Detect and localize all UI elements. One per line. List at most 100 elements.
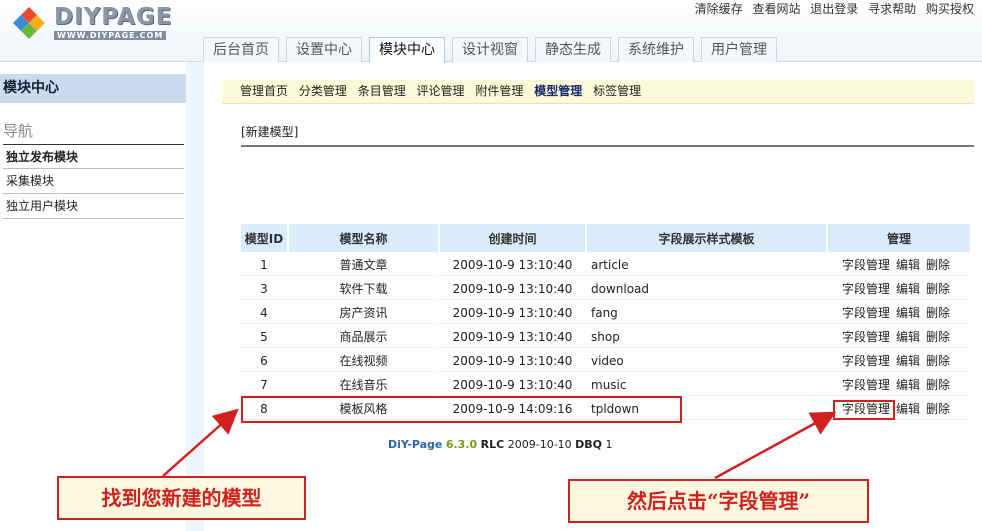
delete-button[interactable]: 删除 — [926, 258, 950, 272]
col-header-created: 创建时间 — [440, 224, 585, 252]
cell-template: shop — [587, 326, 826, 348]
sidebar-divider — [186, 62, 204, 531]
highlight-new-model-row — [241, 396, 682, 423]
cell-name: 软件下载 — [289, 278, 438, 300]
cell-name: 商品展示 — [289, 326, 438, 348]
top-link-help[interactable]: 寻求帮助 — [868, 2, 916, 16]
edit-button[interactable]: 编辑 — [896, 258, 920, 272]
field-manage-button[interactable]: 字段管理 — [842, 378, 890, 392]
edit-button[interactable]: 编辑 — [896, 330, 920, 344]
delete-button[interactable]: 删除 — [926, 402, 950, 416]
field-manage-button[interactable]: 字段管理 — [842, 282, 890, 296]
edit-button[interactable]: 编辑 — [896, 378, 920, 392]
sidebar-item-collect[interactable]: 采集模块 — [3, 169, 184, 194]
cell-template: download — [587, 278, 826, 300]
top-link-clear-cache[interactable]: 清除缓存 — [695, 2, 743, 16]
subnav-models[interactable]: 模型管理 — [534, 84, 582, 98]
cell-id: 6 — [241, 350, 287, 372]
top-link-logout[interactable]: 退出登录 — [810, 2, 858, 16]
delete-button[interactable]: 删除 — [926, 330, 950, 344]
cell-created: 2009-10-9 13:10:40 — [440, 278, 585, 300]
col-header-manage: 管理 — [828, 224, 970, 252]
cell-template: article — [587, 254, 826, 276]
cell-actions: 字段管理 编辑 删除 — [828, 302, 970, 324]
edit-button[interactable]: 编辑 — [896, 354, 920, 368]
logo[interactable]: DIYPAGE WWW.DIYPAGE.COM — [12, 4, 187, 40]
footer-date: 2009-10-10 — [507, 438, 572, 451]
subnav-home[interactable]: 管理首页 — [240, 84, 288, 98]
cell-name: 在线视频 — [289, 350, 438, 372]
col-header-template: 字段展示样式模板 — [587, 224, 826, 252]
sidebar: 模块中心 导航 独立发布模块 采集模块 独立用户模块 — [0, 62, 190, 531]
tab-settings[interactable]: 设置中心 — [286, 37, 362, 62]
cell-name: 普通文章 — [289, 254, 438, 276]
tab-admin-home[interactable]: 后台首页 — [203, 37, 279, 62]
subnav-category[interactable]: 分类管理 — [299, 84, 347, 98]
model-table: 模型ID 模型名称 创建时间 字段展示样式模板 管理 1 普通文章 2009-10-… — [239, 222, 972, 422]
edit-button[interactable]: 编辑 — [896, 282, 920, 296]
logo-text: DIYPAGE — [54, 4, 173, 30]
cell-actions: 字段管理 编辑 删除 — [828, 254, 970, 276]
col-header-name: 模型名称 — [289, 224, 438, 252]
subnav-comments[interactable]: 评论管理 — [417, 84, 465, 98]
footer-product: DiY-Page — [388, 438, 443, 451]
top-link-view-site[interactable]: 查看网站 — [752, 2, 800, 16]
footer-rlc-label: RLC — [480, 438, 505, 451]
cell-name: 房产资讯 — [289, 302, 438, 324]
cell-created: 2009-10-9 13:10:40 — [440, 326, 585, 348]
logo-subtext: WWW.DIYPAGE.COM — [54, 31, 167, 40]
edit-button[interactable]: 编辑 — [896, 402, 920, 416]
footer: DiY-Page 6.3.0 RLC 2009-10-10 DBQ 1 — [388, 438, 613, 451]
subnav-attachments[interactable]: 附件管理 — [475, 84, 523, 98]
cell-template: video — [587, 350, 826, 372]
highlight-field-manage-button — [833, 400, 895, 420]
cell-created: 2009-10-9 13:10:40 — [440, 374, 585, 396]
table-row: 7 在线音乐 2009-10-9 13:10:40 music 字段管理 编辑 删除 — [241, 374, 970, 396]
delete-button[interactable]: 删除 — [926, 306, 950, 320]
field-manage-button[interactable]: 字段管理 — [842, 258, 890, 272]
table-row: 5 商品展示 2009-10-9 13:10:40 shop 字段管理 编辑 删除 — [241, 326, 970, 348]
cell-actions: 字段管理 编辑 删除 — [828, 374, 970, 396]
divider — [241, 145, 974, 147]
field-manage-button[interactable]: 字段管理 — [842, 330, 890, 344]
cell-actions: 字段管理 编辑 删除 — [828, 278, 970, 300]
tab-modules[interactable]: 模块中心 — [369, 37, 445, 63]
nav-list: 独立发布模块 采集模块 独立用户模块 — [3, 144, 184, 219]
cell-created: 2009-10-9 13:10:40 — [440, 350, 585, 372]
top-link-buy-license[interactable]: 购买授权 — [926, 2, 974, 16]
table-header-row: 模型ID 模型名称 创建时间 字段展示样式模板 管理 — [241, 224, 970, 252]
tab-maintenance[interactable]: 系统维护 — [618, 37, 694, 62]
cell-created: 2009-10-9 13:10:40 — [440, 302, 585, 324]
cell-id: 5 — [241, 326, 287, 348]
subnav-tags[interactable]: 标签管理 — [593, 84, 641, 98]
tab-static[interactable]: 静态生成 — [535, 37, 611, 62]
sidebar-item-standalone-user[interactable]: 独立用户模块 — [3, 194, 184, 219]
sidebar-title: 模块中心 — [0, 74, 186, 103]
tab-design[interactable]: 设计视窗 — [452, 37, 528, 62]
callout-find-model: 找到您新建的模型 — [57, 476, 306, 520]
table-row: 1 普通文章 2009-10-9 13:10:40 article 字段管理 编辑 删除 — [241, 254, 970, 276]
main-tabs: 后台首页 设置中心 模块中心 设计视窗 静态生成 系统维护 用户管理 — [203, 37, 784, 63]
delete-button[interactable]: 删除 — [926, 378, 950, 392]
new-model-link[interactable]: [新建模型] — [241, 123, 298, 140]
header: DIYPAGE WWW.DIYPAGE.COM 清除缓存 查看网站 退出登录 寻… — [0, 0, 982, 63]
edit-button[interactable]: 编辑 — [896, 306, 920, 320]
cell-id: 1 — [241, 254, 287, 276]
sub-nav: 管理首页 分类管理 条目管理 评论管理 附件管理 模型管理 标签管理 — [222, 80, 974, 104]
arrow-to-field-manage — [714, 411, 837, 480]
delete-button[interactable]: 删除 — [926, 354, 950, 368]
tab-users[interactable]: 用户管理 — [701, 37, 777, 62]
table-row: 4 房产资讯 2009-10-9 13:10:40 fang 字段管理 编辑 删除 — [241, 302, 970, 324]
delete-button[interactable]: 删除 — [926, 282, 950, 296]
cell-template: music — [587, 374, 826, 396]
field-manage-button[interactable]: 字段管理 — [842, 306, 890, 320]
subnav-entries[interactable]: 条目管理 — [358, 84, 406, 98]
footer-dbq: 1 — [605, 438, 613, 451]
table-row: 3 软件下载 2009-10-9 13:10:40 download 字段管理 编辑 删除 — [241, 278, 970, 300]
nav-heading: 导航 — [3, 122, 34, 140]
cell-template: fang — [587, 302, 826, 324]
cell-actions: 字段管理 编辑 删除 — [828, 350, 970, 372]
cell-name: 在线音乐 — [289, 374, 438, 396]
field-manage-button[interactable]: 字段管理 — [842, 354, 890, 368]
sidebar-item-standalone-publish[interactable]: 独立发布模块 — [3, 144, 184, 169]
